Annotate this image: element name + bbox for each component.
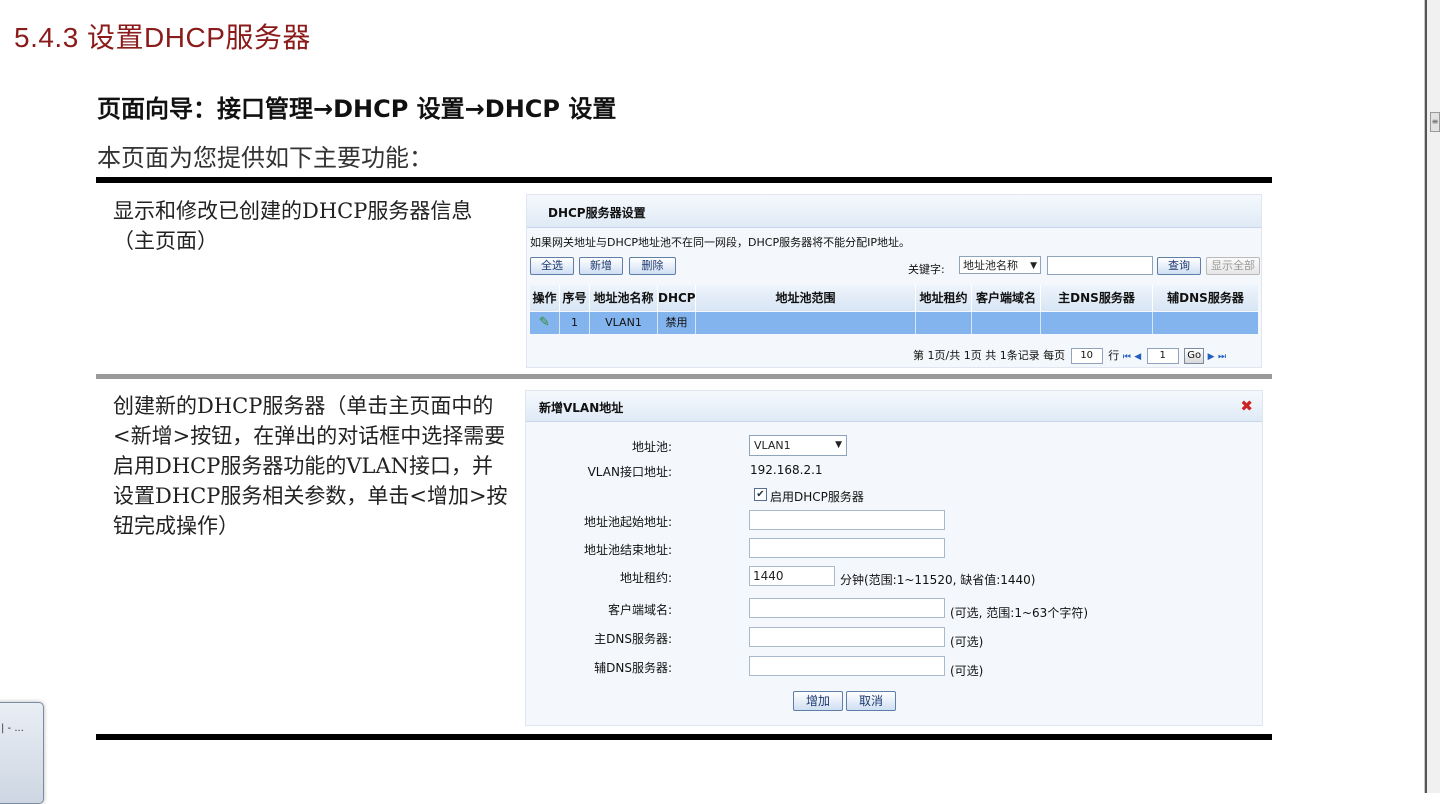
- table-rule-top: [96, 177, 1272, 183]
- panel-title: DHCP服务器设置: [548, 206, 646, 220]
- taskbar-preview[interactable]: | - ...: [0, 702, 44, 804]
- pager-suffix: 行: [1108, 349, 1120, 362]
- edit-cell[interactable]: ✎: [530, 312, 560, 334]
- col-primary-dns: 主DNS服务器: [1041, 285, 1153, 311]
- chevron-down-icon: ▼: [1030, 261, 1037, 271]
- enable-dhcp-checkbox[interactable]: ✔: [754, 488, 767, 501]
- close-icon[interactable]: ✖: [1240, 397, 1253, 415]
- intro-text: 本页面为您提供如下主要功能：: [97, 144, 433, 172]
- scrollbar-edge: [1425, 0, 1427, 793]
- pencil-icon[interactable]: ✎: [539, 315, 550, 330]
- pager-summary: 第 1页/共 1页 共 1条记录 每页: [913, 349, 1066, 362]
- keyword-select-value: 地址池名称: [963, 259, 1018, 272]
- cell-primary-dns: [1041, 312, 1153, 334]
- col-client-domain: 客户端域名: [972, 285, 1041, 311]
- col-pool-name: 地址池名称: [590, 285, 658, 311]
- dialog-title: 新增VLAN地址: [539, 401, 624, 415]
- pagination: 第 1页/共 1页 共 1条记录 每页 10 行 ⏮ ◀ 1 Go ▶ ⏭: [913, 347, 1226, 364]
- cell-secondary-dns: [1153, 312, 1258, 334]
- cell-index: 1: [560, 312, 590, 334]
- description-main-page: 显示和修改已创建的DHCP服务器信息（主页面）: [113, 199, 473, 253]
- cell-lease: [916, 312, 972, 334]
- pool-select[interactable]: VLAN1 ▼: [749, 435, 847, 456]
- scrollbar-grip-icon[interactable]: ≡: [1430, 112, 1440, 132]
- end-address-input[interactable]: [749, 538, 945, 558]
- notice-text: 如果网关地址与DHCP地址池不在同一网段，DHCP服务器将不能分配IP地址。: [530, 236, 910, 249]
- next-page-icon[interactable]: ▶: [1208, 352, 1215, 362]
- col-dhcp: DHCP: [658, 285, 696, 311]
- vlan-ip-label: VLAN接口地址:: [587, 465, 672, 479]
- cell-pool-name: VLAN1: [590, 312, 658, 334]
- table-rule-middle: [96, 374, 1272, 379]
- taskbar-preview-label: | - ...: [1, 723, 24, 734]
- pool-select-value: VLAN1: [754, 439, 791, 452]
- dialog-header: 新增VLAN地址 ✖: [526, 391, 1262, 422]
- enable-dhcp-label: 启用DHCP服务器: [770, 490, 864, 504]
- section-title: 5.4.3 设置DHCP服务器: [14, 22, 311, 53]
- primary-dns-input[interactable]: [749, 627, 945, 647]
- lease-label: 地址租约:: [619, 571, 672, 585]
- primary-dns-hint: (可选): [950, 635, 984, 649]
- lease-hint: 分钟(范围:1~11520, 缺省值:1440): [840, 573, 1036, 587]
- cell-pool-range: [696, 312, 916, 334]
- col-operation: 操作: [530, 285, 560, 311]
- col-index: 序号: [560, 285, 590, 311]
- chevron-down-icon: ▼: [835, 440, 842, 450]
- table-row[interactable]: ✎ 1 VLAN1 禁用: [530, 312, 1258, 334]
- go-button[interactable]: Go: [1184, 348, 1205, 364]
- pool-label: 地址池:: [631, 440, 672, 454]
- cell-dhcp: 禁用: [658, 312, 696, 334]
- start-address-label: 地址池起始地址:: [583, 515, 672, 529]
- add-button[interactable]: 新增: [579, 257, 623, 275]
- navigation-guide: 页面向导：接口管理→DHCP 设置→DHCP 设置: [97, 95, 617, 123]
- add-vlan-address-dialog: 新增VLAN地址 ✖ 地址池: VLAN1 ▼ VLAN接口地址: 192.16…: [525, 390, 1263, 726]
- keyword-select[interactable]: 地址池名称 ▼: [959, 256, 1041, 274]
- delete-button[interactable]: 删除: [629, 257, 676, 275]
- table-rule-bottom: [96, 734, 1272, 740]
- per-page-input[interactable]: 10: [1070, 348, 1103, 364]
- add-confirm-button[interactable]: 增加: [793, 691, 843, 711]
- keyword-input[interactable]: [1047, 256, 1153, 275]
- secondary-dns-hint: (可选): [950, 664, 984, 678]
- vertical-scrollbar[interactable]: ≡: [1424, 0, 1440, 793]
- start-address-input[interactable]: [749, 510, 945, 530]
- secondary-dns-label: 辅DNS服务器:: [594, 661, 672, 675]
- col-pool-range: 地址池范围: [696, 285, 916, 311]
- last-page-icon[interactable]: ⏭: [1218, 352, 1226, 362]
- primary-dns-label: 主DNS服务器:: [594, 632, 672, 646]
- cell-client-domain: [972, 312, 1041, 334]
- cancel-button[interactable]: 取消: [846, 691, 896, 711]
- page-number-input[interactable]: 1: [1146, 348, 1179, 364]
- client-domain-hint: (可选, 范围:1~63个字符): [950, 606, 1088, 620]
- select-all-button[interactable]: 全选: [530, 257, 574, 275]
- dhcp-server-settings-panel: DHCP服务器设置 如果网关地址与DHCP地址池不在同一网段，DHCP服务器将不…: [526, 194, 1262, 368]
- client-domain-label: 客户端域名:: [607, 603, 672, 617]
- keyword-label: 关键字:: [908, 263, 945, 276]
- col-lease: 地址租约: [916, 285, 972, 311]
- prev-page-icon[interactable]: ◀: [1134, 352, 1141, 362]
- query-button[interactable]: 查询: [1157, 257, 1201, 275]
- panel-header: DHCP服务器设置: [527, 195, 1261, 228]
- client-domain-input[interactable]: [749, 598, 945, 618]
- vlan-ip-value: 192.168.2.1: [750, 463, 823, 477]
- table-header: 操作 序号 地址池名称 DHCP 地址池范围 地址租约 客户端域名 主DNS服务…: [530, 285, 1258, 311]
- description-create-server: 创建新的DHCP服务器（单击主页面中的<新增>按钮，在弹出的对话框中选择需要启用…: [113, 394, 508, 538]
- end-address-label: 地址池结束地址:: [583, 543, 672, 557]
- secondary-dns-input[interactable]: [749, 656, 945, 676]
- first-page-icon[interactable]: ⏮: [1123, 352, 1131, 362]
- col-secondary-dns: 辅DNS服务器: [1167, 291, 1244, 305]
- show-all-button[interactable]: 显示全部: [1206, 257, 1260, 275]
- lease-input[interactable]: 1440: [749, 566, 835, 586]
